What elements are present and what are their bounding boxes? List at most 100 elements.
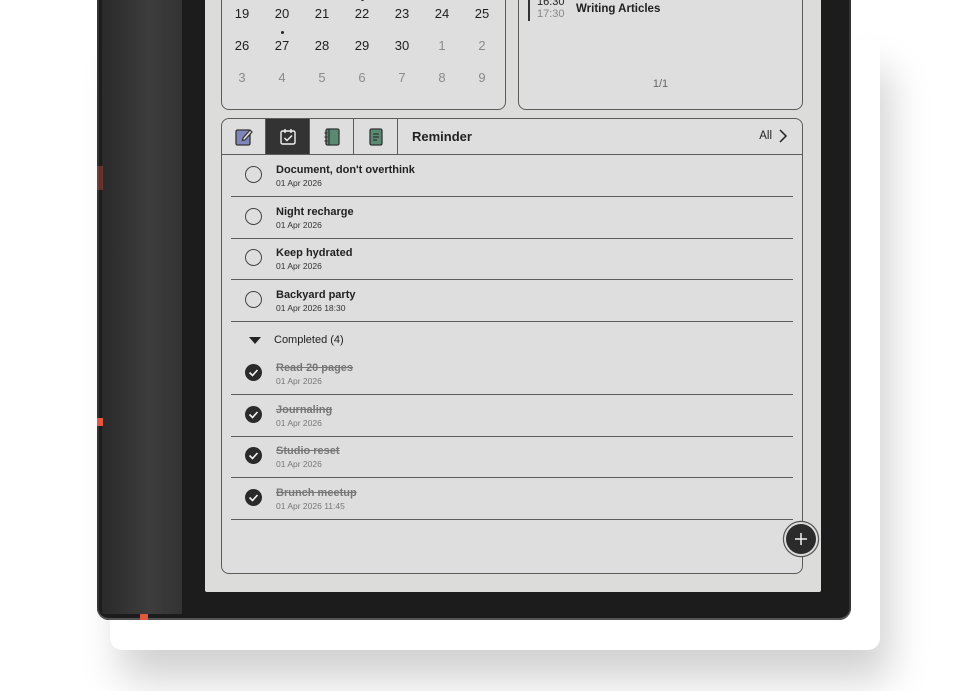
calendar-day[interactable]: 2 <box>462 38 502 53</box>
reminder-item[interactable]: Brunch meetup 01 Apr 2026 11:45 <box>231 478 793 520</box>
completed-label: Completed (4) <box>274 334 344 346</box>
event-start-time: 16:30 <box>537 0 565 8</box>
calendar-day[interactable]: 3 <box>222 70 262 85</box>
checkbox-circle[interactable] <box>245 166 262 183</box>
reminder-date: 01 Apr 2026 <box>276 261 322 271</box>
reminder-title: Brunch meetup <box>276 486 357 499</box>
accent-strip <box>97 166 103 190</box>
calendar-day[interactable]: 7 <box>382 70 422 85</box>
view-all-link[interactable]: All <box>759 130 772 142</box>
schedule-pager: 1/1 <box>652 78 669 90</box>
document-icon <box>368 127 383 146</box>
checked-circle-icon[interactable] <box>245 488 262 506</box>
calendar-day[interactable]: 27 <box>262 31 302 53</box>
chevron-right-icon[interactable] <box>778 128 788 144</box>
notebook-icon <box>324 127 340 146</box>
accent-mark <box>97 418 103 426</box>
add-reminder-button[interactable] <box>786 524 816 554</box>
calendar-day-number: 29 <box>354 38 370 53</box>
checkbox-circle[interactable] <box>245 207 262 225</box>
calendar-day[interactable]: 9 <box>462 70 502 85</box>
reminder-date: 01 Apr 2026 11:45 <box>276 500 345 511</box>
reminder-item[interactable]: Document, don't overthink 01 Apr 2026 <box>231 155 793 197</box>
event-title[interactable]: Writing Articles <box>576 3 660 15</box>
reminder-item[interactable]: Studio reset 01 Apr 2026 <box>231 436 793 478</box>
reminder-widget: Reminder All Document, don't overthink 01… <box>221 118 803 574</box>
calendar-day[interactable]: 4 <box>262 70 302 85</box>
calendar-day[interactable]: 30 <box>382 38 422 53</box>
widget-title: Reminder <box>412 129 472 144</box>
calendar-day[interactable]: 1 <box>422 38 462 53</box>
calendar-day-number: 19 <box>234 6 250 21</box>
calendar-day-number: 9 <box>478 70 486 85</box>
todo-checklist-icon <box>279 128 296 145</box>
calendar-day[interactable]: 8 <box>422 70 462 85</box>
calendar-day-number: 2 <box>478 38 486 53</box>
screen: 19 20 21 22 23 24 25 26 27 28 29 30 1 2 3 4 5 6 7 8 9 16:3… <box>205 0 821 592</box>
calendar-day-number: 8 <box>438 70 446 85</box>
note-edit-icon <box>234 128 253 146</box>
calendar-day[interactable]: 26 <box>222 38 262 53</box>
calendar-day-number: 3 <box>238 70 246 85</box>
calendar-day-number: 22 <box>354 6 370 21</box>
calendar-week-row: 26 27 28 29 30 1 2 <box>222 31 505 53</box>
calendar-day-number: 4 <box>278 70 286 85</box>
checkbox-circle[interactable] <box>245 249 262 266</box>
calendar-day-number: 26 <box>234 38 250 53</box>
calendar-day[interactable]: 24 <box>422 6 462 21</box>
schedule-widget: 16:30 17:30 Writing Articles 1/1 <box>518 0 803 110</box>
calendar-day[interactable]: 20 <box>262 6 302 21</box>
calendar-day-number: 27 <box>274 38 290 53</box>
completed-section-toggle[interactable]: Completed (4) <box>231 331 531 351</box>
reminder-item[interactable]: Backyard party 01 Apr 2026 18:30 <box>231 280 793 322</box>
calendar-day-number: 25 <box>474 6 490 21</box>
reminder-date: 01 Apr 2026 18:30 <box>276 302 346 313</box>
calendar-day[interactable]: 28 <box>302 38 342 53</box>
calendar-widget: 19 20 21 22 23 24 25 26 27 28 29 30 1 2 3 4 5 6 7 8 9 <box>221 0 506 110</box>
accent-mark-bottom <box>140 614 148 620</box>
tab-notes[interactable] <box>222 119 266 154</box>
event-dot <box>360 0 364 1</box>
calendar-day[interactable]: 21 <box>302 6 342 21</box>
calendar-day-number: 21 <box>314 6 330 21</box>
calendar-day[interactable]: 19 <box>222 6 262 21</box>
calendar-day[interactable]: 22 <box>342 0 382 21</box>
reminder-date: 01 Apr 2026 <box>276 376 322 386</box>
reminder-date: 01 Apr 2026 <box>276 417 322 428</box>
event-dot <box>280 31 284 34</box>
calendar-day-number: 24 <box>434 6 450 21</box>
checked-circle-icon[interactable] <box>245 405 262 423</box>
reminder-title: Read 20 pages <box>276 362 354 374</box>
reminder-item[interactable]: Read 20 pages 01 Apr 2026 <box>231 353 793 395</box>
checked-circle-icon[interactable] <box>245 364 262 381</box>
calendar-day-number: 1 <box>438 38 446 53</box>
calendar-day-number: 30 <box>394 38 410 53</box>
reminder-item[interactable]: Keep hydrated 01 Apr 2026 <box>231 238 793 280</box>
reminder-item[interactable]: Journaling 01 Apr 2026 <box>231 395 793 437</box>
reminder-date: 01 Apr 2026 <box>276 178 322 188</box>
reminder-title: Document, don't overthink <box>276 164 415 176</box>
event-marker <box>528 0 530 21</box>
calendar-week-row: 3 4 5 6 7 8 9 <box>222 70 505 85</box>
plus-icon <box>795 533 807 545</box>
calendar-day[interactable]: 6 <box>342 70 382 85</box>
calendar-day-number: 6 <box>358 70 366 85</box>
reminder-title: Backyard party <box>276 288 356 301</box>
tab-notebooks[interactable] <box>310 119 354 154</box>
reminder-item[interactable]: Night recharge 01 Apr 2026 <box>231 197 793 239</box>
event-end-time: 17:30 <box>537 8 565 20</box>
reminder-date: 01 Apr 2026 <box>276 219 322 230</box>
checked-circle-icon[interactable] <box>245 447 262 464</box>
device-grip <box>102 0 182 614</box>
tab-todo[interactable] <box>266 119 310 154</box>
calendar-day[interactable]: 23 <box>382 6 422 21</box>
calendar-day[interactable]: 25 <box>462 6 502 21</box>
widget-tab-bar: Reminder All <box>222 119 802 155</box>
reminder-title: Studio reset <box>276 445 340 457</box>
calendar-day[interactable]: 29 <box>342 38 382 53</box>
checkbox-circle[interactable] <box>245 290 262 308</box>
calendar-day-number: 23 <box>394 6 410 21</box>
calendar-day-number: 5 <box>318 70 326 85</box>
calendar-day[interactable]: 5 <box>302 70 342 85</box>
tab-documents[interactable] <box>354 119 398 154</box>
